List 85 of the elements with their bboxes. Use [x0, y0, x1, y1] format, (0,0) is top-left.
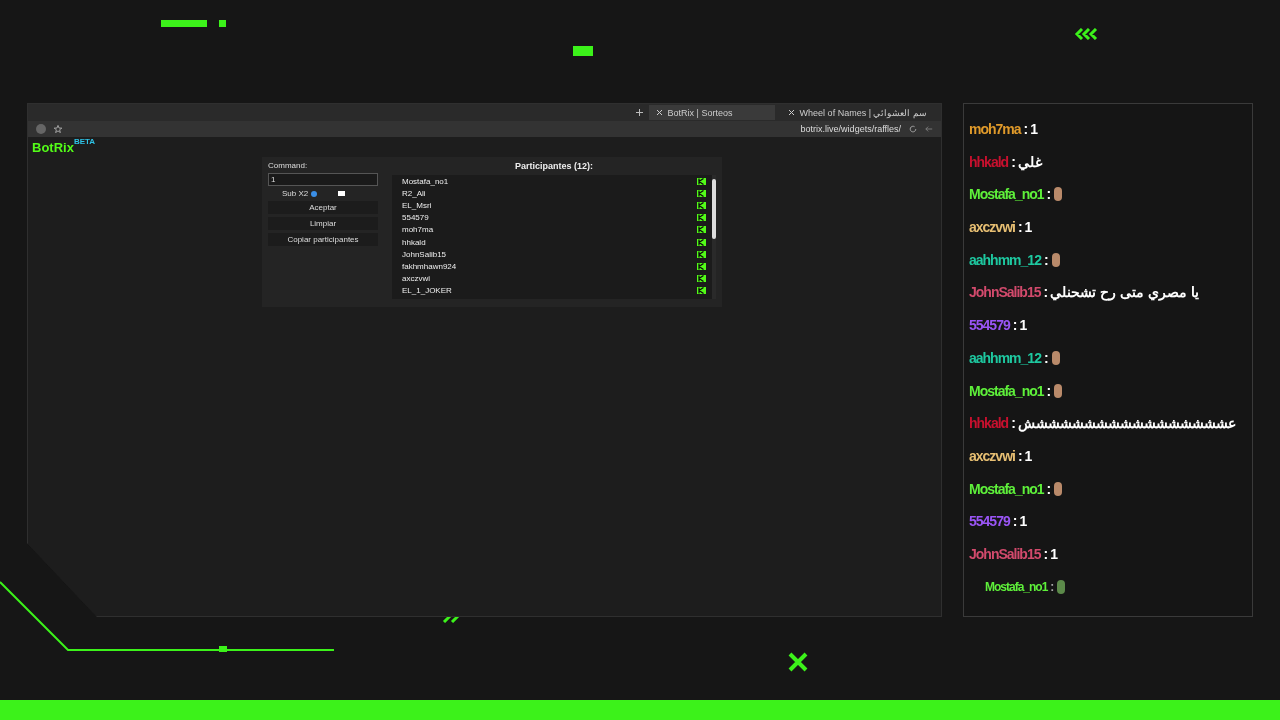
- colon: :: [1012, 513, 1017, 530]
- k-logo-icon: [697, 275, 706, 283]
- colon: :: [1043, 284, 1048, 301]
- colon: :: [1046, 480, 1051, 497]
- k-logo-icon: [697, 238, 706, 246]
- k-logo-icon: [697, 226, 706, 234]
- chat-username: aahhmm_12: [969, 251, 1041, 268]
- k-logo-icon: [697, 189, 706, 197]
- colon: :: [1011, 415, 1015, 432]
- browser-tab[interactable]: Wheel of Names | سم العشوائي: [780, 105, 935, 120]
- chat-username: hhkald: [969, 153, 1009, 170]
- back-arrow-icon[interactable]: [925, 125, 933, 133]
- raffle-button[interactable]: Copiar participantes: [268, 233, 378, 246]
- chat-username: axczvwi: [969, 219, 1015, 236]
- command-field[interactable]: 1: [268, 173, 378, 186]
- sub-label: Sub X2: [282, 189, 309, 198]
- info-icon: [311, 190, 318, 197]
- colon: :: [1043, 545, 1048, 562]
- raffle-button[interactable]: Aceptar: [268, 201, 378, 214]
- chat-message: غلي: [1017, 153, 1042, 170]
- browser-tab[interactable]: BotRix | Sorteos: [648, 105, 775, 120]
- accent-square: [219, 20, 226, 27]
- sub-checkbox[interactable]: [338, 191, 346, 196]
- chat-username: hhkald: [969, 415, 1009, 432]
- raffle-button[interactable]: Limpiar: [268, 217, 378, 230]
- x-mark-icon: [787, 651, 809, 673]
- participant-name: 554579: [402, 213, 429, 223]
- chat-message: 1: [1024, 447, 1032, 464]
- participant-name: fakhmhawn924: [402, 261, 457, 271]
- chat-message: يا مصري متى رح تشحنلي: [1050, 284, 1199, 301]
- participant-name: R2_Ali: [402, 188, 426, 198]
- participant-name: JohnSalib15: [402, 249, 447, 259]
- star-icon[interactable]: [54, 125, 62, 133]
- command-label: Command:: [268, 161, 309, 170]
- k-logo-icon: [697, 201, 706, 209]
- chat-message: 1: [1019, 317, 1027, 334]
- reload-icon[interactable]: [909, 125, 917, 133]
- k-logo-icon: [697, 250, 706, 258]
- close-icon[interactable]: [656, 110, 662, 115]
- colon: :: [1046, 382, 1051, 399]
- participant-name: axczvwi: [402, 274, 430, 284]
- plus-icon[interactable]: [635, 109, 643, 116]
- chat-username: Mostafa_no1: [969, 480, 1044, 497]
- scrollbar[interactable]: [712, 175, 716, 299]
- chat-username: 554579: [969, 317, 1010, 334]
- chat-username: Mostafa_no1: [985, 579, 1048, 594]
- colon: :: [1011, 153, 1015, 170]
- colon: :: [1012, 317, 1017, 334]
- chat-message: 1: [1030, 121, 1038, 137]
- chat-username: Mostafa_no1: [969, 382, 1044, 399]
- chat-username: aahhmm_12: [969, 349, 1041, 366]
- chat-message: 1: [1050, 545, 1057, 562]
- colon: :: [1017, 447, 1022, 464]
- colon: :: [1043, 251, 1048, 268]
- k-logo-icon: [697, 262, 706, 270]
- colon: :: [1050, 579, 1054, 594]
- address-bar[interactable]: botrix.live/widgets/raffles/: [800, 124, 901, 134]
- colon: :: [1046, 186, 1051, 203]
- participant-name: EL_1_JOKER: [402, 286, 452, 296]
- participant-name: Mostafa_no1: [402, 176, 449, 186]
- participants-title: Participantes (12):: [515, 161, 593, 171]
- chat-username: JohnSalib15: [969, 284, 1041, 301]
- chat-username: Mostafa_no1: [969, 186, 1044, 203]
- chevrons-left-icon: [1074, 28, 1100, 40]
- botrix-logo[interactable]: BotRix: [32, 140, 74, 155]
- beta-label: BETA: [73, 137, 96, 146]
- close-icon[interactable]: [788, 110, 794, 115]
- participant-name: EL_Msri: [402, 200, 432, 210]
- k-logo-icon: [697, 287, 706, 295]
- participant-name: moh7ma: [402, 225, 434, 235]
- accent-bar: [161, 20, 207, 27]
- chat-message: 1: [1019, 513, 1027, 530]
- k-logo-icon: [697, 214, 706, 222]
- k-logo-icon: [697, 177, 706, 185]
- accent-bar: [573, 46, 593, 56]
- chat-username: 554579: [969, 513, 1010, 530]
- colon: :: [1023, 121, 1028, 137]
- participant-name: hhkald: [402, 237, 426, 247]
- chat-message: عششششششششششششششششش: [1017, 415, 1236, 432]
- colon: :: [1017, 219, 1022, 236]
- chat-message: 1: [1024, 219, 1032, 236]
- chat-username: axczvwi: [969, 447, 1015, 464]
- chat-username: moh7ma: [969, 121, 1021, 137]
- colon: :: [1043, 349, 1048, 366]
- chat-username: JohnSalib15: [969, 545, 1041, 562]
